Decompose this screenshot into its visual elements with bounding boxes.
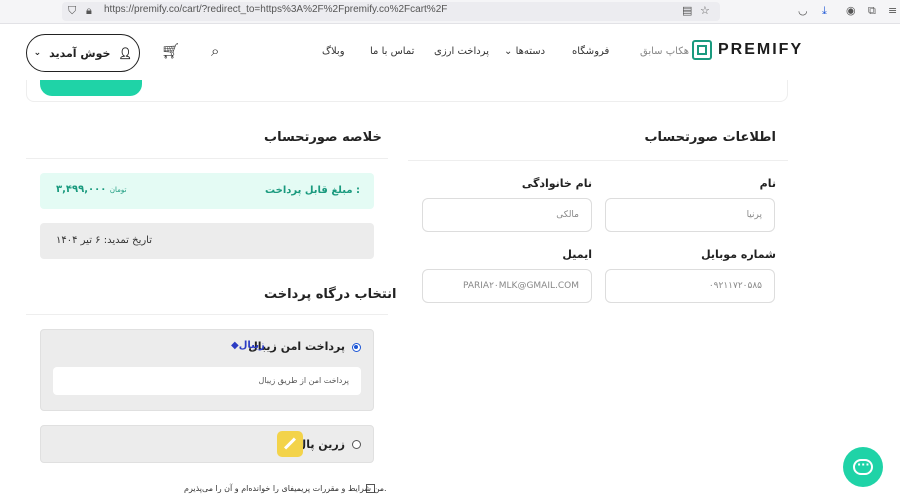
shield-icon[interactable]: ⛉ (68, 4, 76, 18)
last-name-field[interactable]: مالکی (422, 198, 592, 232)
email-label: ایمیل (562, 248, 592, 261)
divider (26, 314, 388, 315)
download-icon[interactable]: ⤓ (822, 4, 827, 18)
user-icon: 👤︎ (118, 46, 133, 60)
summary-title: خلاصه صورتحساب (264, 130, 382, 145)
nav-categories[interactable]: ⌄ دسته‌ها (504, 46, 545, 57)
divider (408, 160, 788, 161)
gateway-title: انتخاب درگاه پرداخت (264, 287, 397, 302)
payable-amount-box: مبلغ قابل پرداخت : ۳,۴۹۹,۰۰۰ تومان (40, 173, 374, 209)
reader-view-icon[interactable]: ▤ (682, 4, 692, 18)
zarinpal-name: زرین پال (296, 438, 345, 451)
chat-button[interactable] (843, 447, 883, 487)
mobile-label: شماره موبایل (701, 248, 776, 261)
terms-label: من شرایط و مقررات پریمیفای را خوانده‌ام … (184, 484, 387, 493)
url-text[interactable]: https://premify.co/cart/?redirect_to=htt… (104, 4, 447, 15)
browser-toolbar: ⛉ 🔒︎ https://premify.co/cart/?redirect_t… (0, 0, 900, 24)
logo-mark-icon (692, 40, 712, 60)
nav-blog[interactable]: وبلاگ (322, 46, 345, 57)
bookmark-star-icon[interactable]: ☆ (700, 4, 710, 18)
lock-icon[interactable]: 🔒︎ (86, 4, 92, 18)
zarinpal-logo-icon (277, 431, 303, 457)
site-logo[interactable]: PREMIFY (692, 40, 803, 60)
zibal-radio[interactable] (352, 343, 361, 352)
chat-icon (853, 458, 873, 475)
logo-subtitle: هکاپ سابق (640, 46, 689, 57)
search-icon[interactable]: ⌕ (211, 42, 219, 60)
cart-icon[interactable]: 🛒︎ (161, 42, 180, 60)
green-button-partial[interactable] (40, 80, 142, 96)
chevron-down-icon: ⌄ (504, 46, 516, 57)
zibal-logo-icon: ◆ (231, 340, 239, 351)
gateway-option-zarinpal[interactable]: زرین پال (40, 425, 374, 463)
nav-currency-payment[interactable]: پرداخت ارزی (434, 46, 489, 57)
gateway-option-zibal[interactable]: پرداخت امن زیبال ◆زیبال پرداخت امن از طر… (40, 329, 374, 411)
payable-amount: ۳,۴۹۹,۰۰۰ تومان (56, 184, 127, 195)
renewal-date: تاریخ تمدید: ۶ تیر ۱۴۰۴ (56, 235, 153, 246)
divider (26, 158, 388, 159)
zibal-desc-box: پرداخت امن از طریق زیبال (53, 367, 361, 395)
zibal-desc: پرداخت امن از طریق زیبال (258, 376, 349, 385)
logo-text: PREMIFY (718, 41, 804, 58)
menu-icon[interactable]: ≡ (888, 4, 897, 18)
welcome-label: خوش آمدید (49, 46, 111, 60)
site-header: ⌄ خوش آمدید 👤︎ 🛒︎ ⌕ وبلاگ تماس با ما پرد… (0, 24, 900, 80)
billing-panel: اطلاعات صورتحساب نام نام خانوادگی پرنیا … (408, 118, 788, 318)
renewal-date-box: تاریخ تمدید: ۶ تیر ۱۴۰۴ (40, 223, 374, 259)
chevron-down-icon: ⌄ (33, 48, 42, 58)
billing-title: اطلاعات صورتحساب (644, 130, 776, 145)
zarinpal-radio[interactable] (352, 440, 361, 449)
account-icon[interactable]: ◉ (846, 4, 856, 18)
first-name-label: نام (759, 177, 776, 190)
welcome-button[interactable]: ⌄ خوش آمدید 👤︎ (26, 34, 140, 72)
first-name-field[interactable]: پرنیا (605, 198, 775, 232)
pocket-icon[interactable]: ◡ (798, 4, 808, 18)
nav-contact[interactable]: تماس با ما (370, 46, 414, 57)
zibal-logo: ◆زیبال (231, 340, 265, 351)
nav-shop[interactable]: فروشگاه (572, 46, 609, 57)
payable-label: مبلغ قابل پرداخت : (265, 185, 360, 196)
last-name-label: نام خانوادگی (521, 177, 592, 190)
email-field[interactable]: PARIA۲۰MLK@GMAIL.COM (422, 269, 592, 303)
extensions-icon[interactable]: ⧉ (868, 4, 876, 18)
mobile-field[interactable]: ۰۹۲۱۱۷۲۰۵۸۵ (605, 269, 775, 303)
